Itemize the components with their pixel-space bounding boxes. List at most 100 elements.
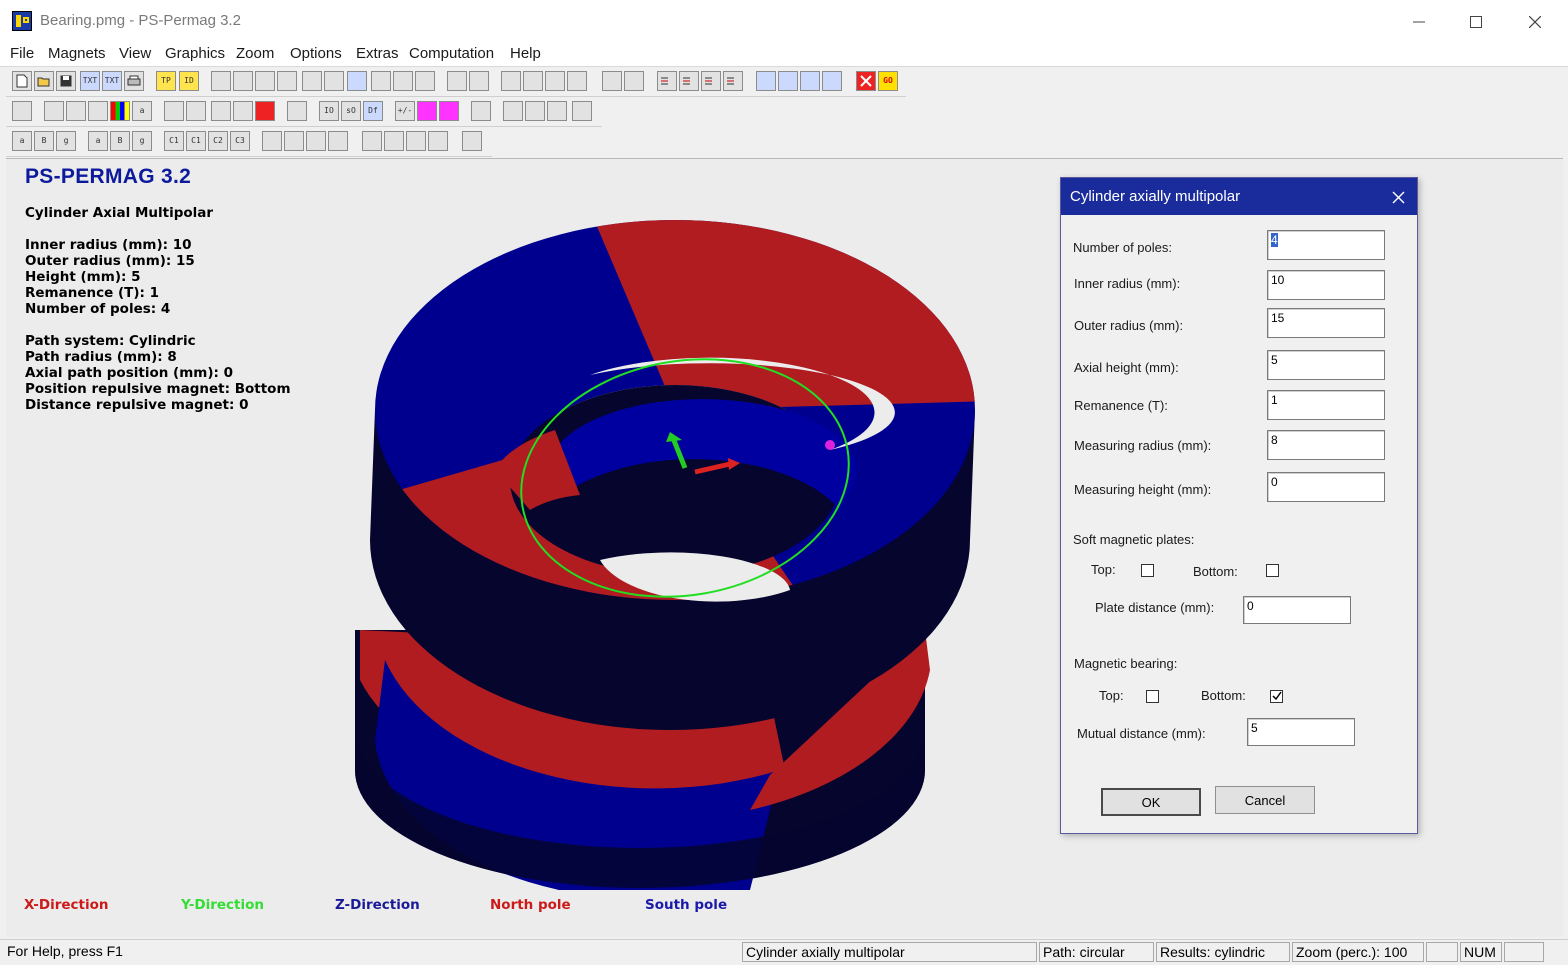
tb-tool-12[interactable] xyxy=(469,71,489,91)
tb-tool-7[interactable] xyxy=(347,71,367,91)
tb-io-button[interactable]: IO xyxy=(319,101,339,121)
menu-computation[interactable]: Computation xyxy=(409,45,494,62)
tb-g-9[interactable] xyxy=(233,101,253,121)
measuring-height-input[interactable]: 0 xyxy=(1267,472,1385,502)
menu-file[interactable]: File xyxy=(10,45,34,62)
tb-tool-8[interactable] xyxy=(371,71,391,91)
tb-tool-4[interactable] xyxy=(277,71,297,91)
tb-tool-19[interactable] xyxy=(756,71,776,91)
tb-sort-2[interactable] xyxy=(679,71,699,91)
tb-tool-17[interactable] xyxy=(602,71,622,91)
tb-tool-22[interactable] xyxy=(822,71,842,91)
tb-r-4[interactable]: a xyxy=(88,131,108,151)
outer-radius-input[interactable]: 15 xyxy=(1267,308,1385,338)
tb-r-11[interactable] xyxy=(262,131,282,151)
tb-sort-1[interactable] xyxy=(657,71,677,91)
tb-r-19[interactable] xyxy=(462,131,482,151)
tb-g-20[interactable] xyxy=(503,101,523,121)
tb-txt-import-button[interactable]: TXT xyxy=(102,71,122,91)
maximize-button[interactable] xyxy=(1447,0,1505,44)
tb-r-17[interactable] xyxy=(406,131,426,151)
tb-g-2[interactable] xyxy=(66,101,86,121)
tb-open-button[interactable] xyxy=(34,71,54,91)
tb-tool-16[interactable] xyxy=(567,71,587,91)
tb-id-button[interactable]: ID xyxy=(179,71,199,91)
soft-plates-top-checkbox[interactable] xyxy=(1141,564,1154,577)
axial-height-input[interactable]: 5 xyxy=(1267,350,1385,380)
tb-g-1[interactable] xyxy=(44,101,64,121)
tb-g-10[interactable] xyxy=(255,101,275,121)
tb-g-5[interactable]: a xyxy=(132,101,152,121)
tb-r-12[interactable] xyxy=(284,131,304,151)
tb-so-button[interactable]: sO xyxy=(341,101,361,121)
close-button[interactable] xyxy=(1506,0,1564,44)
tb-g-7[interactable] xyxy=(186,101,206,121)
tb-tool-18[interactable] xyxy=(624,71,644,91)
tb-tool-14[interactable] xyxy=(523,71,543,91)
tb-g-22[interactable] xyxy=(547,101,567,121)
menu-zoom[interactable]: Zoom xyxy=(236,45,274,62)
tb-g-19[interactable] xyxy=(471,101,491,121)
inner-radius-input[interactable]: 10 xyxy=(1267,270,1385,300)
tb-colors-button[interactable] xyxy=(110,101,130,121)
tb-r-1[interactable]: a xyxy=(12,131,32,151)
tb-g-6[interactable] xyxy=(164,101,184,121)
tb-r-3[interactable]: g xyxy=(56,131,76,151)
tb-r-15[interactable] xyxy=(362,131,382,151)
tb-r-16[interactable] xyxy=(384,131,404,151)
tb-tool-2[interactable] xyxy=(233,71,253,91)
tb-txt-export-button[interactable]: TXT xyxy=(80,71,100,91)
menu-magnets[interactable]: Magnets xyxy=(48,45,106,62)
tb-tool-5[interactable] xyxy=(302,71,322,91)
tb-tool-20[interactable] xyxy=(778,71,798,91)
tb-r-5[interactable]: B xyxy=(110,131,130,151)
menu-options[interactable]: Options xyxy=(290,45,342,62)
tb-print-button[interactable] xyxy=(124,71,144,91)
tb-tp-button[interactable]: TP xyxy=(156,71,176,91)
tb-r-18[interactable] xyxy=(428,131,448,151)
tb-layers-button[interactable] xyxy=(12,101,32,121)
tb-g-3[interactable] xyxy=(88,101,108,121)
ok-button[interactable]: OK xyxy=(1101,788,1201,816)
tb-r-14[interactable] xyxy=(328,131,348,151)
menu-extras[interactable]: Extras xyxy=(356,45,399,62)
menu-view[interactable]: View xyxy=(119,45,151,62)
tb-tool-9[interactable] xyxy=(393,71,413,91)
tb-g-21[interactable] xyxy=(525,101,545,121)
tb-g-23[interactable] xyxy=(572,101,592,121)
tb-stop-button[interactable] xyxy=(856,71,876,91)
bearing-bottom-checkbox[interactable] xyxy=(1270,690,1283,703)
tb-tool-6[interactable] xyxy=(324,71,344,91)
tb-tool-21[interactable] xyxy=(800,71,820,91)
tb-g-11[interactable] xyxy=(287,101,307,121)
mutual-distance-input[interactable]: 5 xyxy=(1247,718,1355,746)
tb-tool-3[interactable] xyxy=(255,71,275,91)
magnet-3d-view[interactable] xyxy=(330,210,1030,890)
menu-graphics[interactable]: Graphics xyxy=(165,45,225,62)
tb-plus-button[interactable] xyxy=(417,101,437,121)
tb-new-button[interactable] xyxy=(12,71,32,91)
tb-g-8[interactable] xyxy=(211,101,231,121)
tb-tool-11[interactable] xyxy=(447,71,467,91)
tb-tool-13[interactable] xyxy=(501,71,521,91)
tb-sort-3[interactable] xyxy=(701,71,721,91)
soft-plates-bottom-checkbox[interactable] xyxy=(1266,564,1279,577)
plate-distance-input[interactable]: 0 xyxy=(1243,596,1351,624)
dialog-close-button[interactable] xyxy=(1387,186,1409,208)
remanence-input[interactable]: 1 xyxy=(1267,390,1385,420)
tb-minus-button[interactable] xyxy=(439,101,459,121)
tb-go-button[interactable]: GO xyxy=(878,71,898,91)
menu-help[interactable]: Help xyxy=(510,45,541,62)
tb-r-6[interactable]: g xyxy=(132,131,152,151)
tb-save-button[interactable] xyxy=(56,71,76,91)
poles-input[interactable]: 4 xyxy=(1267,230,1385,260)
tb-sign-button[interactable]: +/- xyxy=(395,101,415,121)
tb-r-9[interactable]: C2 xyxy=(208,131,228,151)
tb-tool-15[interactable] xyxy=(545,71,565,91)
measuring-radius-input[interactable]: 8 xyxy=(1267,430,1385,460)
tb-r-8[interactable]: C1 xyxy=(186,131,206,151)
minimize-button[interactable] xyxy=(1390,0,1448,44)
tb-r-2[interactable]: B xyxy=(34,131,54,151)
tb-r-10[interactable]: C3 xyxy=(230,131,250,151)
tb-sort-4[interactable] xyxy=(723,71,743,91)
